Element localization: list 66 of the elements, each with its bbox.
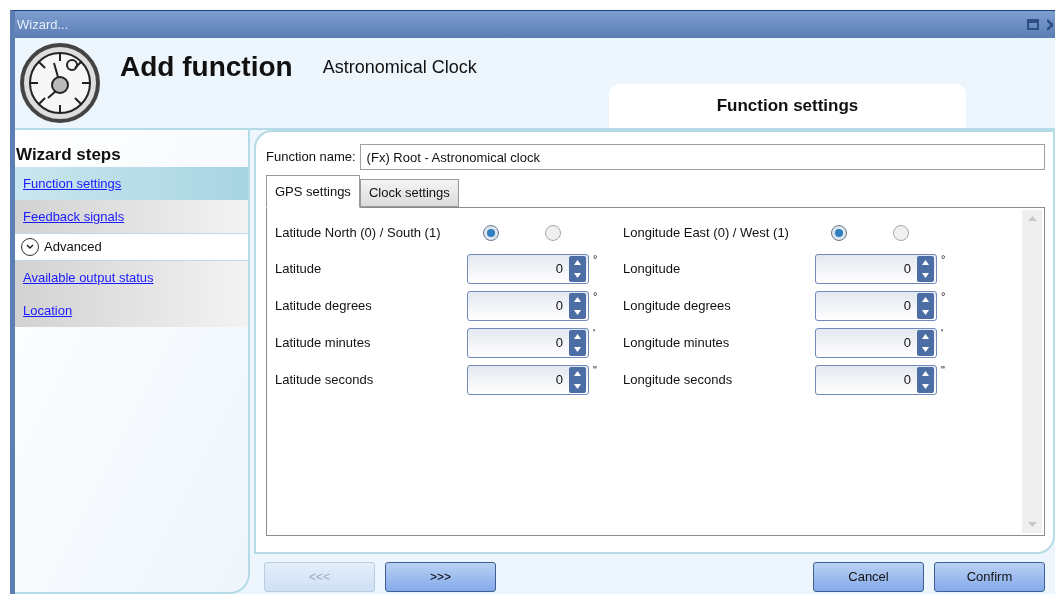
spin-arrows-icon[interactable] xyxy=(569,367,586,393)
number-input-field[interactable]: 0 xyxy=(467,328,589,358)
spin-arrows-icon[interactable] xyxy=(917,293,934,319)
number-input-field[interactable]: 0 xyxy=(467,365,589,395)
number-input-field[interactable]: 0 xyxy=(467,254,589,284)
close-icon[interactable] xyxy=(1047,18,1053,31)
function-name-field[interactable]: (Fx) Root - Astronomical clock xyxy=(359,144,1045,170)
unit-label: ° xyxy=(941,291,946,302)
number-value: 0 xyxy=(555,260,564,279)
dialog-button[interactable]: Confirm xyxy=(934,562,1045,592)
field-label: Latitude degrees xyxy=(275,297,373,316)
number-value: 0 xyxy=(903,334,912,353)
unit-label: " xyxy=(593,365,597,376)
number-input-field[interactable]: 0 xyxy=(815,254,937,284)
number-value: 0 xyxy=(555,334,564,353)
settings-tab[interactable]: GPS settings xyxy=(266,175,360,208)
number-value: 0 xyxy=(555,371,564,390)
spin-arrows-icon[interactable] xyxy=(569,256,586,282)
unit-label: ° xyxy=(593,254,598,265)
unit-label: ' xyxy=(593,328,596,339)
wizard-step-link[interactable]: Function settings xyxy=(15,167,248,200)
spin-arrows-icon[interactable] xyxy=(917,330,934,356)
number-value: 0 xyxy=(555,297,564,316)
nav-button[interactable]: >>> xyxy=(385,562,496,592)
wizard-step-link[interactable]: Location xyxy=(15,294,248,327)
window-title: Wizard... xyxy=(17,15,69,34)
field-label: Longitude seconds xyxy=(623,371,734,390)
field-label: Latitude North (0) / South (1) xyxy=(275,223,442,242)
step-group-header[interactable]: Advanced xyxy=(15,233,248,261)
field-label: Latitude seconds xyxy=(275,371,375,390)
number-input-field[interactable]: 0 xyxy=(815,328,937,358)
step-group-label: Advanced xyxy=(44,238,102,257)
unit-label: ° xyxy=(941,254,946,265)
number-input-field[interactable]: 0 xyxy=(467,291,589,321)
field-label: Longitude minutes xyxy=(623,334,731,353)
number-value: 0 xyxy=(903,371,912,390)
number-input-field[interactable]: 0 xyxy=(815,291,937,321)
settings-tab[interactable]: Clock settings xyxy=(359,179,459,207)
radio-button[interactable] xyxy=(893,224,909,241)
radio-button[interactable] xyxy=(483,224,499,241)
function-type-label: Astronomical Clock xyxy=(322,56,477,79)
number-value: 0 xyxy=(903,297,912,316)
number-input-field[interactable]: 0 xyxy=(815,365,937,395)
wizard-steps-heading: Wizard steps xyxy=(15,144,122,166)
field-label: Longitude xyxy=(623,260,682,279)
field-label: Longitude degrees xyxy=(623,297,732,316)
number-value: 0 xyxy=(903,260,912,279)
spin-arrows-icon[interactable] xyxy=(917,256,934,282)
field-label: Latitude minutes xyxy=(275,334,372,353)
spin-arrows-icon[interactable] xyxy=(569,293,586,319)
function-name-label: Function name: xyxy=(266,148,356,167)
clock-dial-icon xyxy=(20,43,100,123)
unit-label: ' xyxy=(941,328,944,339)
unit-label: " xyxy=(941,365,945,376)
field-label: Longitude East (0) / West (1) xyxy=(623,223,790,242)
spin-arrows-icon[interactable] xyxy=(569,330,586,356)
maximize-icon[interactable] xyxy=(1027,19,1039,30)
radio-button[interactable] xyxy=(545,224,561,241)
wizard-title: Add function xyxy=(120,50,293,84)
radio-button[interactable] xyxy=(831,224,847,241)
dialog-button[interactable]: Cancel xyxy=(813,562,924,592)
wizard-step-link[interactable]: Feedback signals xyxy=(15,200,248,233)
wizard-step-link[interactable]: Available output status xyxy=(15,261,248,294)
unit-label: ° xyxy=(593,291,598,302)
field-label: Latitude xyxy=(275,260,323,279)
spin-arrows-icon[interactable] xyxy=(917,367,934,393)
